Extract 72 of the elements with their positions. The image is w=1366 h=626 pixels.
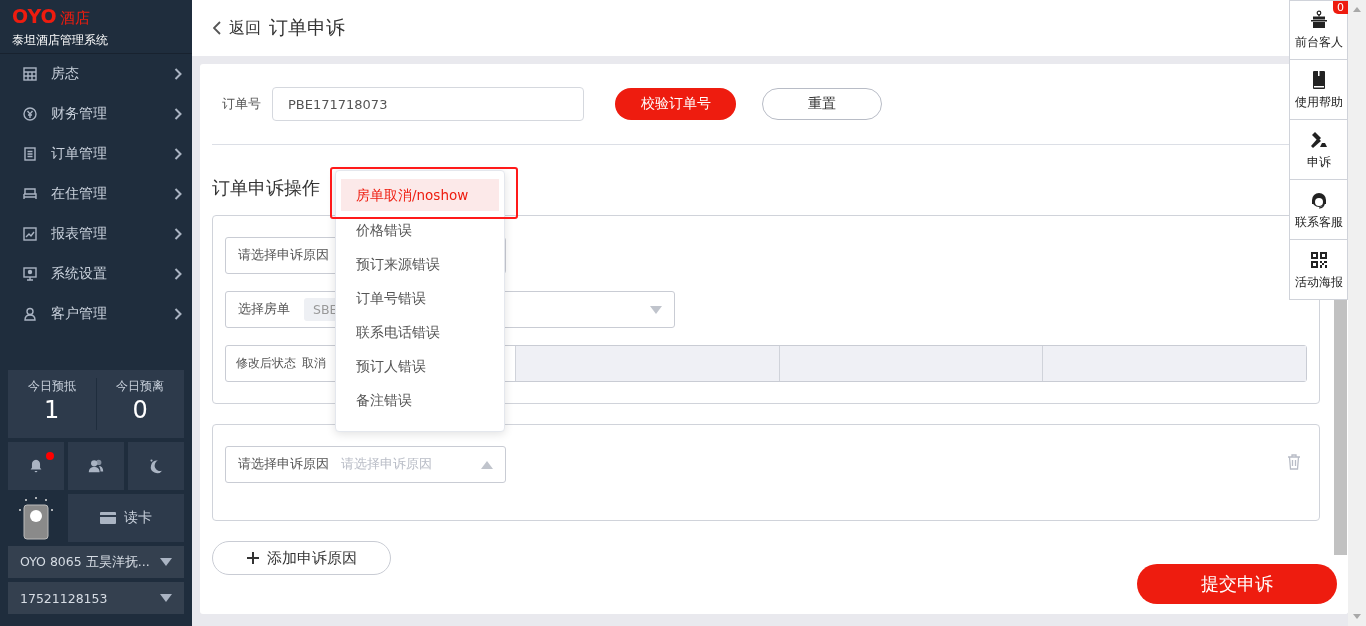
side-panel-item[interactable]: 活动海报 <box>1289 240 1348 300</box>
quick-button[interactable] <box>68 442 124 490</box>
count-badge: 0 <box>1333 1 1348 14</box>
status-value: 取消 <box>302 356 326 371</box>
scroll-down-icon[interactable] <box>1353 614 1361 619</box>
reset-button[interactable]: 重置 <box>762 88 882 120</box>
hotel-selector[interactable]: OYO 8065 五昊洋抚... <box>8 546 184 578</box>
menu-item[interactable]: 系统设置 <box>0 254 192 294</box>
hotel-selector[interactable]: 17521128153 <box>8 582 184 614</box>
side-panel-item[interactable]: 联系客服 <box>1289 180 1348 240</box>
dropdown-option[interactable]: 价格错误 <box>336 213 504 247</box>
people-icon <box>87 457 105 475</box>
plus-icon <box>246 552 259 564</box>
system-name: 泰坦酒店管理系统 <box>12 32 109 49</box>
side-panel-item[interactable]: 前台客人 0 <box>1289 0 1348 60</box>
stat-value: 1 <box>44 395 60 425</box>
qr-icon <box>1308 249 1329 270</box>
read-card-button[interactable]: 读卡 <box>68 494 184 542</box>
submit-button[interactable]: 提交申诉 <box>1137 564 1337 604</box>
dropdown-option[interactable]: 预订人错误 <box>336 349 504 383</box>
reason-select[interactable]: 请选择申诉原因 请选择申诉原因 <box>225 446 506 483</box>
logo-suffix: 酒店 <box>59 8 90 28</box>
side-panel-item[interactable]: 申诉 <box>1289 120 1348 180</box>
chart-icon <box>23 227 37 241</box>
page-title: 订单申诉 <box>269 15 345 40</box>
bed-icon <box>23 187 37 201</box>
chevron-right-icon <box>174 188 182 200</box>
chevron-right-icon <box>174 68 182 80</box>
chevron-right-icon <box>174 108 182 120</box>
scrollbar-thumb[interactable] <box>1334 300 1347 555</box>
chevron-right-icon <box>174 148 182 160</box>
status-label: 修改后状态 <box>236 356 296 371</box>
section-title: 订单申诉操作 <box>212 176 320 200</box>
form-icon <box>23 147 37 161</box>
person-icon <box>23 307 37 321</box>
basket-icon <box>1308 10 1329 30</box>
gavel-icon <box>1308 129 1329 150</box>
notification-dot <box>46 452 54 460</box>
quick-button[interactable] <box>8 442 64 490</box>
coin-icon <box>23 107 37 121</box>
stat-label: 今日预离 <box>116 378 165 395</box>
add-reason-button[interactable]: 添加申诉原因 <box>212 541 391 575</box>
stat-value: 0 <box>132 395 148 425</box>
dropdown-option[interactable]: 预订来源错误 <box>336 247 504 281</box>
dropdown-option[interactable]: 备注错误 <box>336 383 504 417</box>
chevron-right-icon <box>174 308 182 320</box>
card-icon <box>100 512 116 524</box>
menu-item[interactable]: 客户管理 <box>0 294 192 334</box>
menu-item[interactable]: 订单管理 <box>0 134 192 174</box>
verify-button[interactable]: 校验订单号 <box>615 88 736 120</box>
grid-icon <box>23 67 37 81</box>
chevron-right-icon <box>174 228 182 240</box>
monitor-icon <box>23 267 37 281</box>
menu-item[interactable]: 房态 <box>0 54 192 94</box>
scroll-up-icon[interactable] <box>1353 7 1361 12</box>
stat-label: 今日预抵 <box>27 378 76 395</box>
caret-down-icon <box>160 594 172 602</box>
side-panel-item[interactable]: 使用帮助 <box>1289 60 1348 120</box>
menu-item[interactable]: 报表管理 <box>0 214 192 254</box>
back-link[interactable]: 返回 <box>213 17 261 39</box>
chevron-right-icon <box>174 268 182 280</box>
menu-item[interactable]: 财务管理 <box>0 94 192 134</box>
caret-down-icon <box>160 558 172 566</box>
trash-icon[interactable] <box>1287 454 1301 470</box>
caret-down-icon <box>650 305 662 314</box>
menu-item[interactable]: 在住管理 <box>0 174 192 214</box>
dropdown-option[interactable]: 房单取消/noshow <box>341 179 499 211</box>
quick-button[interactable] <box>128 442 184 490</box>
order-label: 订单号 <box>222 95 262 113</box>
logo: OYO <box>12 6 57 26</box>
order-number-field[interactable]: PBE171718073 <box>272 87 584 121</box>
chevron-left-icon <box>213 21 221 35</box>
